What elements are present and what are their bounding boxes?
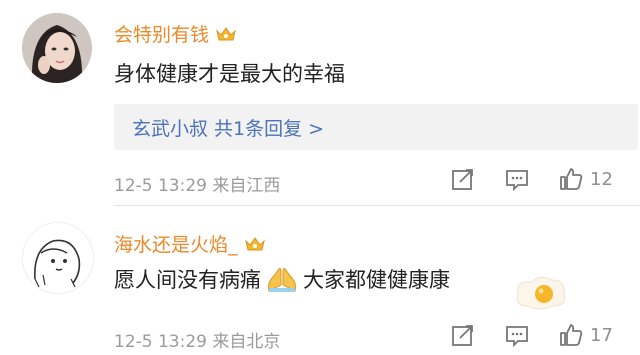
like-icon[interactable]	[558, 322, 584, 348]
comment-text-after: 大家都健健康康	[303, 268, 450, 292]
username-text[interactable]: 会特别有钱	[114, 20, 209, 47]
divider	[114, 205, 640, 206]
username[interactable]: 海水还是火焰_	[114, 230, 266, 257]
avatar[interactable]	[22, 13, 92, 83]
comment-actions: 12	[450, 166, 613, 192]
username-text[interactable]: 海水还是火焰_	[114, 230, 238, 257]
pray-emoji-icon	[265, 265, 299, 293]
egg-icon	[512, 272, 570, 312]
comment-icon[interactable]	[504, 166, 530, 192]
username[interactable]: 会特别有钱	[114, 20, 237, 47]
comment-text-content: 身体健康才是最大的幸福	[114, 62, 345, 86]
crown-icon	[215, 25, 237, 43]
comment-icon[interactable]	[504, 322, 530, 348]
like-count: 12	[590, 168, 613, 190]
like-count: 17	[590, 324, 613, 346]
comment-meta: 12-5 13:29 来自北京	[114, 332, 281, 352]
comment-text: 身体健康才是最大的幸福	[114, 58, 345, 88]
share-icon[interactable]	[450, 166, 476, 192]
share-icon[interactable]	[450, 322, 476, 348]
comment-meta: 12-5 13:29 来自江西	[114, 176, 281, 196]
comment-actions: 17	[450, 322, 613, 348]
crown-icon	[244, 235, 266, 253]
comment-text-before: 愿人间没有病痛	[114, 268, 261, 292]
avatar[interactable]	[22, 222, 94, 294]
reply-box[interactable]: 玄武小叔 共1条回复 >	[114, 104, 638, 150]
comment-text: 愿人间没有病痛 大家都健健康康	[114, 264, 450, 294]
reply-link[interactable]: 玄武小叔 共1条回复 >	[132, 114, 324, 141]
like-icon[interactable]	[558, 166, 584, 192]
